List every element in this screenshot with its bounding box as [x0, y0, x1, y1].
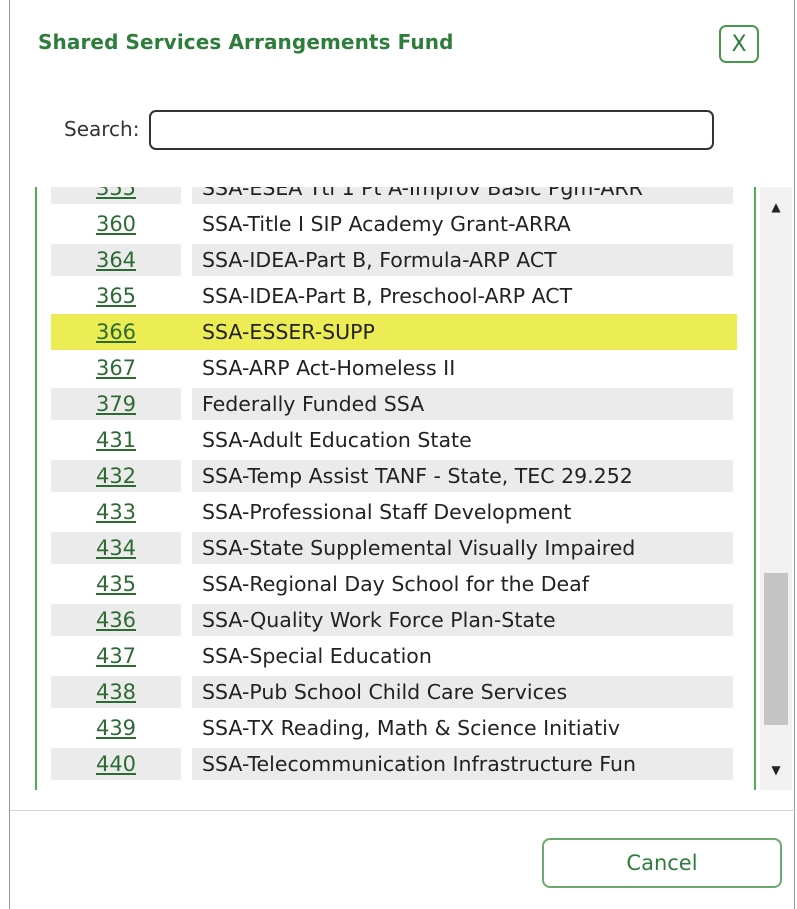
search-label: Search:	[64, 117, 140, 141]
list-row[interactable]: 365 SSA-IDEA-Part B, Preschool-ARP ACT	[37, 278, 754, 314]
fund-description: SSA-ARP Act-Homeless II	[192, 352, 733, 384]
fund-description: Federally Funded SSA	[192, 388, 733, 420]
fund-description: SSA-IDEA-Part B, Preschool-ARP ACT	[192, 280, 733, 312]
fund-description: SSA-Quality Work Force Plan-State	[192, 604, 733, 636]
list-row[interactable]: 366 SSA-ESSER-SUPP	[37, 314, 754, 350]
list-row[interactable]: 437 SSA-Special Education	[37, 638, 754, 674]
close-button[interactable]: X	[719, 25, 759, 63]
fund-code-link[interactable]: 440	[51, 748, 181, 780]
footer-divider	[10, 810, 796, 811]
fund-code-link[interactable]: 365	[51, 280, 181, 312]
list-row[interactable]: 360 SSA-Title I SIP Academy Grant-ARRA	[37, 206, 754, 242]
list-row[interactable]: 435 SSA-Regional Day School for the Deaf	[37, 566, 754, 602]
list-row[interactable]: 438 SSA-Pub School Child Care Services	[37, 674, 754, 710]
list-row[interactable]: 431 SSA-Adult Education State	[37, 422, 754, 458]
list-row[interactable]: 432 SSA-Temp Assist TANF - State, TEC 29.…	[37, 458, 754, 494]
list-row[interactable]: 355 SSA-ESEA Ttl 1 Pt A-Improv Basic Pgm-…	[37, 187, 754, 206]
fund-code-link[interactable]: 364	[51, 244, 181, 276]
fund-description: SSA-State Supplemental Visually Impaired	[192, 532, 733, 564]
fund-list: 355 SSA-ESEA Ttl 1 Pt A-Improv Basic Pgm-…	[35, 187, 756, 790]
fund-description: SSA-Telecommunication Infrastructure Fun	[192, 748, 733, 780]
fund-description: SSA-ESEA Ttl 1 Pt A-Improv Basic Pgm-ARR	[192, 187, 733, 204]
list-row[interactable]: 439 SSA-TX Reading, Math & Science Initia…	[37, 710, 754, 746]
list-row[interactable]: 436 SSA-Quality Work Force Plan-State	[37, 602, 754, 638]
fund-code-link[interactable]: 431	[51, 424, 181, 456]
fund-description: SSA-IDEA-Part B, Formula-ARP ACT	[192, 244, 733, 276]
fund-dialog: Shared Services Arrangements Fund X Sear…	[9, 0, 796, 909]
cancel-button[interactable]: Cancel	[542, 838, 782, 888]
scroll-down-icon[interactable]: ▼	[760, 755, 792, 785]
fund-code-link[interactable]: 434	[51, 532, 181, 564]
fund-code-link[interactable]: 435	[51, 568, 181, 600]
fund-description: SSA-Title I SIP Academy Grant-ARRA	[192, 208, 733, 240]
fund-description: SSA-Regional Day School for the Deaf	[192, 568, 733, 600]
fund-code-link[interactable]: 439	[51, 712, 181, 744]
fund-description: SSA-ESSER-SUPP	[192, 316, 733, 348]
fund-code-link[interactable]: 366	[51, 316, 181, 348]
list-row[interactable]: 434 SSA-State Supplemental Visually Impai…	[37, 530, 754, 566]
fund-description: SSA-Adult Education State	[192, 424, 733, 456]
fund-description: SSA-TX Reading, Math & Science Initiativ	[192, 712, 733, 744]
list-row[interactable]: 379 Federally Funded SSA	[37, 386, 754, 422]
list-row[interactable]: 440 SSA-Telecommunication Infrastructure …	[37, 746, 754, 782]
fund-code-link[interactable]: 432	[51, 460, 181, 492]
fund-code-link[interactable]: 438	[51, 676, 181, 708]
scroll-thumb[interactable]	[764, 573, 788, 725]
fund-description: SSA-Special Education	[192, 640, 733, 672]
fund-code-link[interactable]: 360	[51, 208, 181, 240]
fund-code-link[interactable]: 437	[51, 640, 181, 672]
fund-code-link[interactable]: 433	[51, 496, 181, 528]
fund-description: SSA-Pub School Child Care Services	[192, 676, 733, 708]
list-row[interactable]: 367 SSA-ARP Act-Homeless II	[37, 350, 754, 386]
fund-code-link[interactable]: 355	[51, 187, 181, 204]
list-scrollbar[interactable]: ▲ ▼	[760, 187, 792, 790]
fund-code-link[interactable]: 379	[51, 388, 181, 420]
fund-list-rows: 355 SSA-ESEA Ttl 1 Pt A-Improv Basic Pgm-…	[37, 187, 754, 782]
scroll-up-icon[interactable]: ▲	[760, 192, 792, 222]
search-input[interactable]	[149, 110, 714, 150]
list-row[interactable]: 364 SSA-IDEA-Part B, Formula-ARP ACT	[37, 242, 754, 278]
fund-code-link[interactable]: 436	[51, 604, 181, 636]
list-row[interactable]: 433 SSA-Professional Staff Development	[37, 494, 754, 530]
fund-description: SSA-Temp Assist TANF - State, TEC 29.252	[192, 460, 733, 492]
dialog-title: Shared Services Arrangements Fund	[38, 30, 454, 54]
fund-description: SSA-Professional Staff Development	[192, 496, 733, 528]
fund-code-link[interactable]: 367	[51, 352, 181, 384]
